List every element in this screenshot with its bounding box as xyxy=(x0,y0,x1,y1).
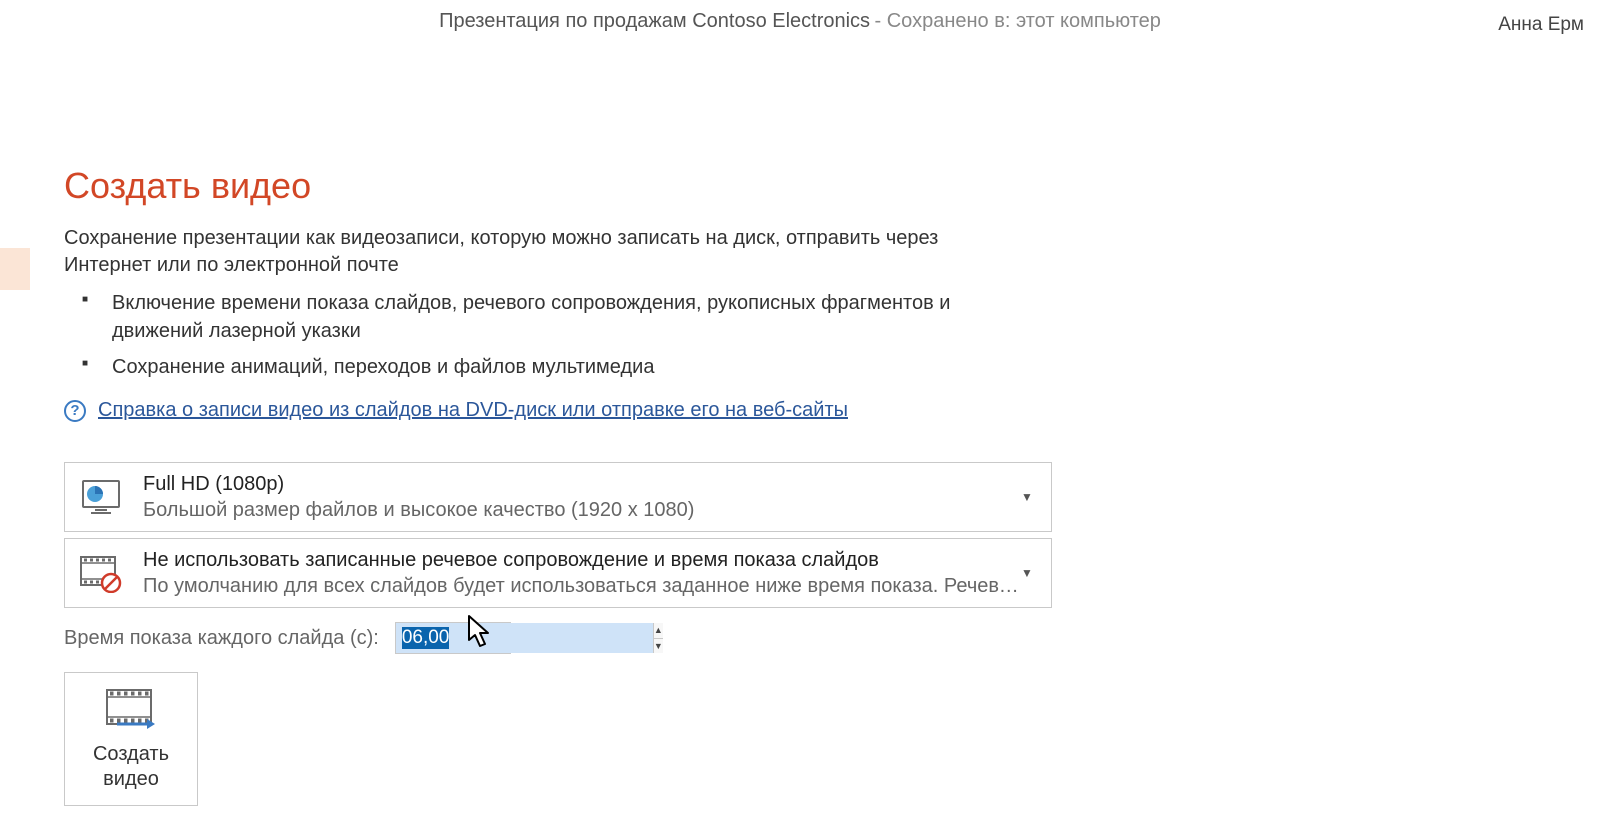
page-subtitle: Сохранение презентации как видеозаписи, … xyxy=(64,225,1024,279)
timings-narration-dropdown[interactable]: Не использовать записанные речевое сопро… xyxy=(64,538,1052,608)
seconds-input[interactable] xyxy=(396,623,653,653)
title-bar: Презентация по продажам Contoso Electron… xyxy=(0,0,1600,50)
feature-bullets: Включение времени показа слайдов, речево… xyxy=(82,289,1544,381)
bullet-item: Включение времени показа слайдов, речево… xyxy=(82,289,1042,345)
film-export-icon xyxy=(103,686,159,732)
help-icon: ? xyxy=(64,400,86,422)
quality-desc: Большой размер файлов и высокое качество… xyxy=(143,497,1021,523)
spinner-down-button[interactable]: ▼ xyxy=(654,639,663,654)
chevron-down-icon: ▼ xyxy=(1021,566,1037,580)
bullet-item: Сохранение анимаций, переходов и файлов … xyxy=(82,353,1042,381)
monitor-icon xyxy=(79,477,123,517)
video-quality-dropdown[interactable]: Full HD (1080p) Большой размер файлов и … xyxy=(64,462,1052,532)
page-title: Создать видео xyxy=(64,165,1544,207)
seconds-label: Время показа каждого слайда (с): xyxy=(64,627,379,650)
timings-title: Не использовать записанные речевое сопро… xyxy=(143,547,1021,573)
seconds-spinner[interactable]: ▲ ▼ xyxy=(395,622,511,654)
chevron-down-icon: ▼ xyxy=(1021,490,1037,504)
quality-title: Full HD (1080p) xyxy=(143,471,1021,497)
create-video-button[interactable]: Создать видео xyxy=(64,672,198,806)
help-link[interactable]: Справка о записи видео из слайдов на DVD… xyxy=(98,399,848,422)
timings-desc: По умолчанию для всех слайдов будет испо… xyxy=(143,573,1021,599)
backstage-nav-highlight xyxy=(0,248,30,290)
saved-location: - Сохранено в: этот компьютер xyxy=(875,10,1161,32)
export-create-video-panel: Создать видео Сохранение презентации как… xyxy=(64,165,1544,806)
user-name[interactable]: Анна Ерм xyxy=(1498,14,1584,36)
presentation-title: Презентация по продажам Contoso Electron… xyxy=(439,10,870,32)
create-video-label: Создать видео xyxy=(65,742,197,792)
spinner-up-button[interactable]: ▲ xyxy=(654,623,663,639)
film-no-icon xyxy=(79,553,123,593)
